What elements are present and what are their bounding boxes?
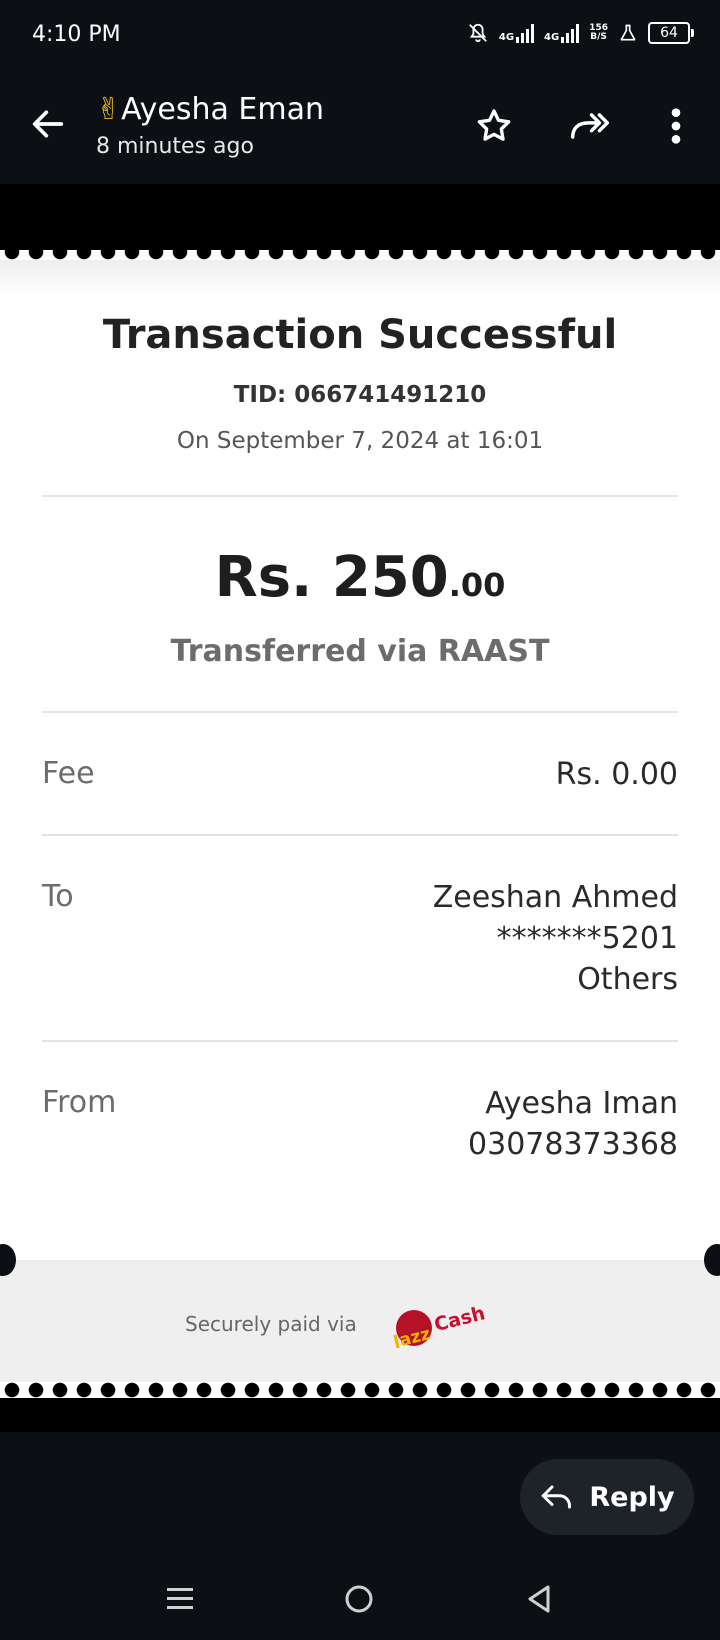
divider	[42, 1040, 678, 1042]
from-label: From	[42, 1085, 117, 1120]
status-bar: 4:10 PM 4G 4G 156 B/S 64	[0, 0, 720, 72]
divider	[42, 495, 678, 497]
transaction-amount: Rs. 250.00	[0, 545, 720, 610]
home-circle-icon	[345, 1585, 373, 1613]
fee-label: Fee	[42, 756, 95, 791]
message-time-ago: 8 minutes ago	[96, 134, 254, 159]
sender-account-name: Ayesha Iman	[485, 1086, 678, 1121]
signal-icon	[561, 23, 580, 43]
back-triangle-icon	[528, 1585, 550, 1613]
more-options-button[interactable]	[652, 102, 700, 150]
recipient-account: *******5201	[496, 921, 678, 956]
network-type-1: 4G	[498, 32, 515, 43]
transaction-id: TID: 066741491210	[233, 382, 487, 408]
reply-button[interactable]: Reply	[520, 1459, 694, 1535]
conversation-header: ✌Ayesha Eman 8 minutes ago	[0, 72, 720, 184]
divider	[42, 834, 678, 836]
logo-text-cash: Cash	[432, 1302, 487, 1336]
to-label: To	[42, 879, 74, 914]
menu-icon	[167, 1588, 193, 1609]
reply-icon	[542, 1485, 572, 1509]
recent-apps-button[interactable]	[155, 1574, 205, 1624]
signal-1: 4G	[498, 23, 535, 43]
status-time: 4:10 PM	[32, 22, 121, 47]
transfer-method: Transferred via RAAST	[170, 634, 550, 669]
fee-value: Rs. 0.00	[555, 757, 678, 792]
receipt-bottom-band	[0, 1398, 720, 1432]
recipient-details: Zeeshan Ahmed *******5201 Others	[433, 877, 678, 1000]
back-button[interactable]	[28, 104, 68, 144]
lab-icon	[620, 24, 636, 41]
signal-2: 4G	[544, 23, 580, 43]
forward-button[interactable]	[566, 102, 614, 150]
amount-main: Rs. 250	[214, 545, 449, 610]
divider	[42, 711, 678, 713]
status-icons: 4G 4G 156 B/S 64	[467, 22, 694, 44]
receipt-footer	[0, 1260, 720, 1382]
network-type-2: 4G	[544, 32, 560, 43]
recipient-name: Zeeshan Ahmed	[432, 880, 678, 915]
battery-level: 64	[660, 25, 678, 41]
sender-phone: 03078373368	[468, 1127, 678, 1162]
receipt-card	[0, 250, 720, 1398]
system-navigation-bar	[0, 1560, 720, 1640]
sender-name: Ayesha Eman	[121, 92, 324, 127]
receipt-scalloped-edge-bottom	[0, 1382, 720, 1398]
secure-payment-text: Securely paid via	[185, 1312, 357, 1336]
victory-hand-emoji: ✌	[96, 92, 122, 127]
battery-icon: 64	[648, 22, 694, 44]
sender-name-row[interactable]: ✌Ayesha Eman	[96, 92, 324, 127]
signal-icon	[516, 23, 535, 43]
amount-cents: .00	[448, 566, 506, 604]
receipt-top-band	[0, 184, 720, 250]
transaction-date: On September 7, 2024 at 16:01	[176, 428, 544, 454]
system-back-button[interactable]	[514, 1574, 564, 1624]
home-button[interactable]	[334, 1574, 384, 1624]
transaction-title: Transaction Successful	[102, 312, 618, 358]
data-speed-unit: B/S	[590, 32, 607, 42]
data-speed: 156 B/S	[589, 24, 608, 42]
sender-details: Ayesha Iman 03078373368	[468, 1083, 678, 1165]
recipient-bank: Others	[577, 962, 678, 997]
forward-icon	[570, 113, 610, 139]
receipt-scalloped-edge-top	[0, 244, 720, 260]
star-icon	[477, 109, 511, 141]
reply-label: Reply	[589, 1481, 675, 1513]
star-button[interactable]	[470, 102, 518, 150]
receipt-top-fade	[0, 260, 720, 296]
jazzcash-logo: Jazz Cash	[390, 1302, 487, 1348]
notifications-off-icon	[468, 23, 487, 43]
back-arrow-icon	[32, 110, 64, 138]
more-vert-icon	[671, 108, 681, 144]
